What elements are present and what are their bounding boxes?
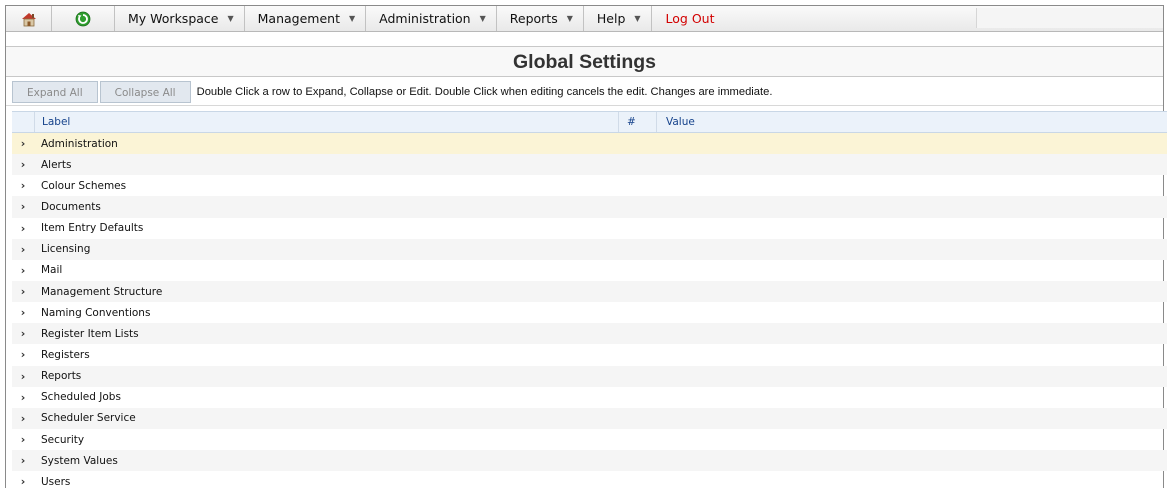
row-label: Reports [41,370,82,383]
grid-header: Label # Value [12,111,1167,133]
table-row[interactable]: › Naming Conventions [12,302,1167,323]
chevron-right-icon[interactable]: › [12,433,34,446]
chevron-right-icon[interactable]: › [12,158,34,171]
chevron-down-icon: ▼ [227,14,234,23]
table-row[interactable]: › Colour Schemes [12,175,1167,196]
refresh-icon[interactable] [52,6,115,31]
chevron-down-icon: ▼ [634,14,641,23]
chevron-down-icon: ▼ [479,14,486,23]
row-label: Naming Conventions [41,306,151,319]
page-title: Global Settings [6,46,1163,77]
row-label: Item Entry Defaults [41,222,144,235]
table-row[interactable]: › Item Entry Defaults [12,218,1167,239]
table-row[interactable]: › Management Structure [12,280,1167,303]
chevron-right-icon[interactable]: › [12,391,34,404]
chevron-right-icon[interactable]: › [12,306,34,319]
chevron-right-icon[interactable]: › [12,370,34,383]
menu-administration-label: Administration [379,11,471,26]
menu-help[interactable]: Help ▼ [584,6,652,31]
menubar-blank-area [976,8,1163,28]
column-header-count[interactable]: # [619,112,657,132]
menu-administration[interactable]: Administration ▼ [366,6,497,31]
row-label: Management Structure [41,285,163,298]
logout-link[interactable]: Log Out [652,6,725,31]
table-row[interactable]: › System Values [12,450,1167,472]
table-row[interactable]: › Licensing [12,238,1167,260]
chevron-right-icon[interactable]: › [12,348,34,361]
column-header-value[interactable]: Value [657,112,1167,132]
table-row[interactable]: › Administration [12,133,1167,155]
row-label: Register Item Lists [41,327,139,340]
row-label: Scheduler Service [41,412,136,425]
chevron-right-icon[interactable]: › [12,475,34,488]
row-label: Alerts [41,158,72,171]
chevron-right-icon[interactable]: › [12,454,34,467]
grid-toolbar: Expand All Collapse All Double Click a r… [6,78,1163,106]
chevron-right-icon[interactable]: › [12,327,34,340]
row-label: Mail [41,264,63,277]
chevron-down-icon: ▼ [566,14,573,23]
table-row[interactable]: › Security [12,429,1167,450]
app-frame: My Workspace ▼ Management ▼ Administrati… [5,5,1167,488]
chevron-right-icon[interactable]: › [12,222,34,235]
chevron-right-icon[interactable]: › [12,137,34,150]
menu-management[interactable]: Management ▼ [245,6,367,31]
table-row[interactable]: › Mail [12,260,1167,281]
row-label: Documents [41,200,101,213]
chevron-down-icon: ▼ [348,14,356,23]
table-row[interactable]: › Alerts [12,154,1167,176]
chevron-right-icon[interactable]: › [12,264,34,277]
row-label: Users [41,475,71,488]
menu-help-label: Help [596,11,626,26]
table-row[interactable]: › Users [12,471,1167,492]
row-label: System Values [41,454,118,467]
menu-my-workspace-label: My Workspace [128,11,219,26]
row-label: Licensing [41,243,91,256]
chevron-right-icon[interactable]: › [12,179,34,192]
chevron-right-icon[interactable]: › [12,285,34,298]
menu-my-workspace[interactable]: My Workspace ▼ [115,6,245,31]
row-label: Administration [41,137,118,150]
table-row[interactable]: › Scheduler Service [12,407,1167,429]
row-label: Registers [41,348,90,361]
grid-body: › Administration › Alerts › Colour Schemes › Do… [12,133,1167,492]
table-row[interactable]: › Documents [12,196,1167,218]
row-label: Colour Schemes [41,179,127,192]
menubar: My Workspace ▼ Management ▼ Administrati… [6,6,1163,32]
home-icon[interactable] [6,6,52,31]
settings-grid: Label # Value › Administration › Alerts › Col… [12,111,1167,492]
toolbar-hint: Double Click a row to Expand, Collapse o… [196,85,773,98]
header-expander-cell [12,112,35,132]
table-row[interactable]: › Scheduled Jobs [12,387,1167,408]
collapse-all-button[interactable]: Collapse All [99,80,191,103]
menu-reports-label: Reports [509,11,558,26]
row-label: Scheduled Jobs [41,391,121,404]
table-row[interactable]: › Reports [12,365,1167,387]
table-row[interactable]: › Registers [12,344,1167,365]
menu-management-label: Management [257,11,340,26]
chevron-right-icon[interactable]: › [12,412,34,425]
table-row[interactable]: › Register Item Lists [12,323,1167,345]
expand-all-button[interactable]: Expand All [12,80,98,103]
chevron-right-icon[interactable]: › [12,200,34,213]
chevron-right-icon[interactable]: › [12,243,34,256]
menu-reports[interactable]: Reports ▼ [497,6,584,31]
row-label: Security [41,433,85,446]
column-header-label[interactable]: Label [35,112,619,132]
